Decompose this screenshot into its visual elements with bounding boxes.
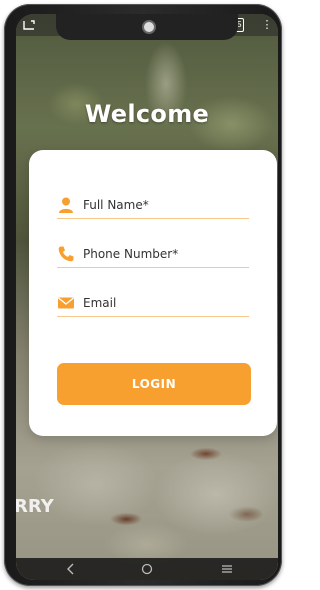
- full-name-input[interactable]: [83, 194, 249, 216]
- home-icon[interactable]: [132, 560, 162, 578]
- screen-rotate-icon: [22, 18, 36, 32]
- app-screen: 15 ⋮ Welcome RRY: [16, 14, 278, 580]
- page-title: Welcome: [84, 100, 210, 128]
- more-vert-icon: ⋮: [261, 19, 273, 31]
- mail-icon: [57, 294, 75, 312]
- full-name-field: [57, 194, 249, 219]
- system-nav-bar: [16, 558, 278, 580]
- background-brand-text: RRY: [16, 496, 54, 517]
- recent-apps-icon[interactable]: [212, 560, 242, 578]
- email-field: [57, 292, 249, 317]
- email-input[interactable]: [83, 292, 249, 314]
- user-icon: [57, 196, 75, 214]
- phone-number-field: [57, 243, 249, 268]
- back-icon[interactable]: [56, 560, 86, 578]
- login-button[interactable]: LOGIN: [57, 363, 251, 405]
- login-card: LOGIN: [29, 150, 277, 436]
- phone-icon: [57, 245, 75, 263]
- phone-number-input[interactable]: [83, 243, 249, 265]
- phone-frame: 15 ⋮ Welcome RRY: [4, 4, 282, 586]
- front-camera: [142, 20, 156, 34]
